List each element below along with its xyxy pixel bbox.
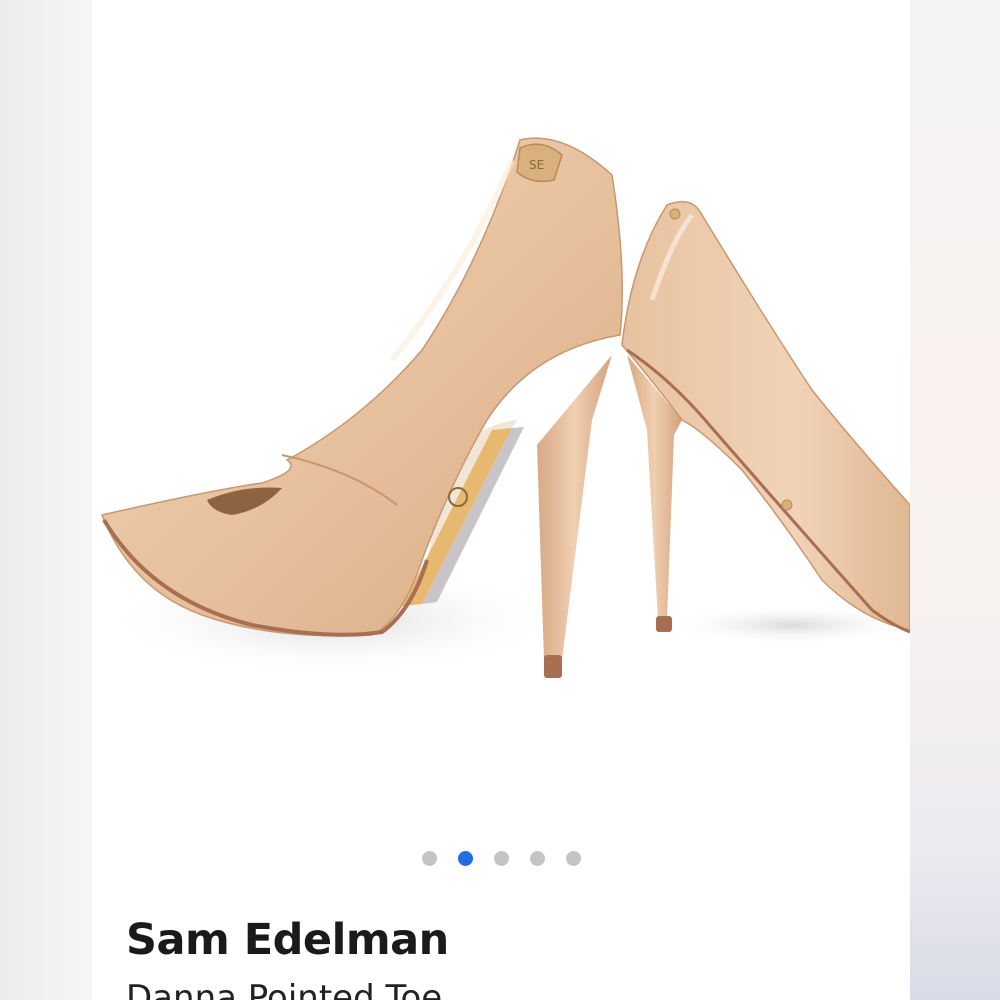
carousel-dot-5[interactable] xyxy=(565,850,581,866)
svg-text:SE: SE xyxy=(529,158,544,172)
product-name: Danna Pointed Toe xyxy=(126,978,443,1000)
carousel-dot-2-active[interactable] xyxy=(457,850,473,866)
se-logo-icon: SE xyxy=(516,143,563,183)
carousel-dot-1[interactable] xyxy=(421,850,437,866)
image-carousel-indicator xyxy=(92,848,910,868)
background-right-margin xyxy=(910,0,1000,1000)
product-screen: SE Sam Edelman Danna Pointed Toe xyxy=(92,0,910,1000)
carousel-dot-3[interactable] xyxy=(493,850,509,866)
product-brand: Sam Edelman xyxy=(126,915,449,965)
carousel-dot-4[interactable] xyxy=(529,850,545,866)
background-left-margin xyxy=(0,0,92,1000)
left-shoe: SE xyxy=(100,137,623,678)
right-shoe xyxy=(621,200,910,634)
product-image[interactable]: SE xyxy=(92,0,910,820)
